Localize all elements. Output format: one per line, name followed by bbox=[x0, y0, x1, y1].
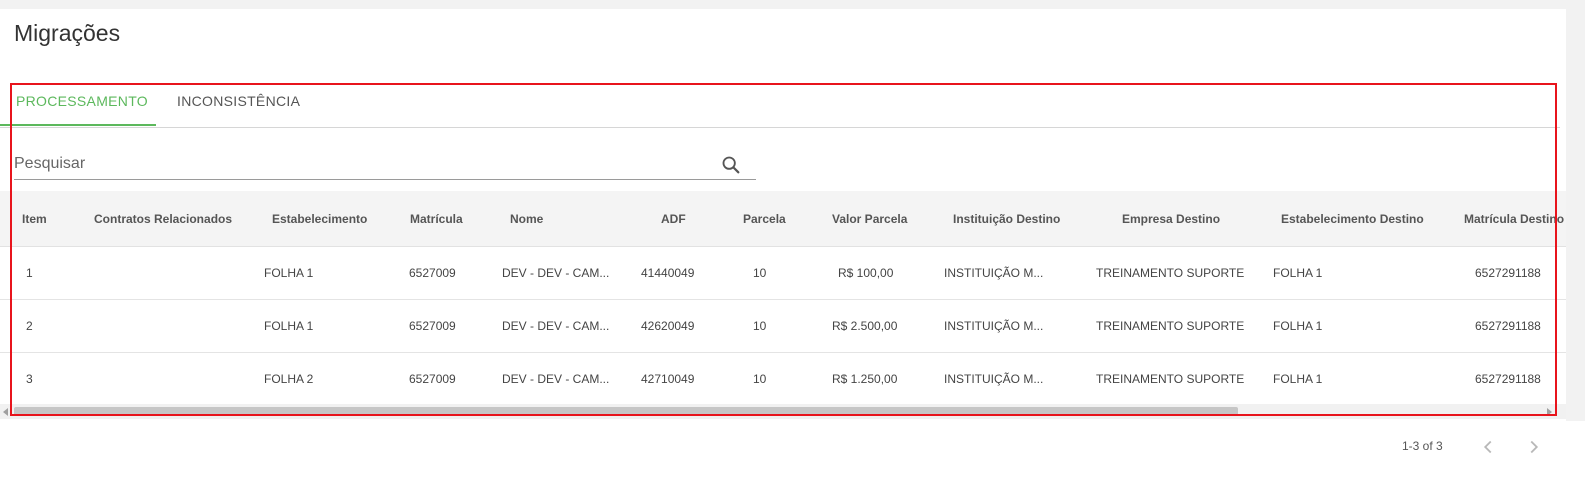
chevron-right-icon[interactable] bbox=[1523, 436, 1545, 458]
column-header-parcela[interactable]: Parcela bbox=[743, 212, 786, 226]
cell-item: 3 bbox=[26, 372, 33, 386]
table-row[interactable]: 3 FOLHA 2 6527009 DEV - DEV - CAM... 427… bbox=[0, 353, 1566, 405]
tab-inconsistencia[interactable]: INCONSISTÊNCIA bbox=[177, 83, 300, 126]
column-header-item[interactable]: Item bbox=[22, 212, 47, 226]
cell-instituicao-destino: INSTITUIÇÃO M... bbox=[944, 372, 1044, 386]
cell-adf: 41440049 bbox=[641, 266, 695, 280]
cell-adf: 42620049 bbox=[641, 319, 695, 333]
cell-nome: DEV - DEV - CAM... bbox=[502, 372, 610, 386]
column-header-instituicao-destino[interactable]: Instituição Destino bbox=[953, 212, 1060, 226]
column-header-matricula[interactable]: Matrícula bbox=[410, 212, 463, 226]
cell-instituicao-destino: INSTITUIÇÃO M... bbox=[944, 319, 1044, 333]
page-range-label: 1-3 of 3 bbox=[1402, 439, 1443, 453]
scroll-left-arrow-icon[interactable] bbox=[3, 408, 8, 416]
cell-valor-parcela: R$ 100,00 bbox=[838, 266, 894, 280]
cell-matricula: 6527009 bbox=[409, 319, 456, 333]
table-row[interactable]: 2 FOLHA 1 6527009 DEV - DEV - CAM... 426… bbox=[0, 300, 1566, 353]
cell-nome: DEV - DEV - CAM... bbox=[502, 266, 610, 280]
cell-nome: DEV - DEV - CAM... bbox=[502, 319, 610, 333]
chevron-left-icon[interactable] bbox=[1477, 436, 1499, 458]
cell-matricula-destino: 6527291188 bbox=[1475, 372, 1541, 386]
cell-estabelecimento-destino: FOLHA 1 bbox=[1273, 319, 1323, 333]
cell-estabelecimento-destino: FOLHA 1 bbox=[1273, 372, 1323, 386]
cell-matricula-destino: 6527291188 bbox=[1475, 266, 1541, 280]
cell-parcela: 10 bbox=[753, 372, 767, 386]
cell-matricula-destino: 6527291188 bbox=[1475, 319, 1541, 333]
tab-processamento[interactable]: PROCESSAMENTO bbox=[16, 83, 148, 126]
column-header-contratos[interactable]: Contratos Relacionados bbox=[94, 212, 232, 226]
cell-estabelecimento: FOLHA 1 bbox=[264, 266, 314, 280]
cell-empresa-destino: TREINAMENTO SUPORTE bbox=[1096, 266, 1245, 280]
cell-empresa-destino: TREINAMENTO SUPORTE bbox=[1096, 319, 1245, 333]
cell-instituicao-destino: INSTITUIÇÃO M... bbox=[944, 266, 1044, 280]
column-header-estabelecimento[interactable]: Estabelecimento bbox=[272, 212, 367, 226]
cell-empresa-destino: TREINAMENTO SUPORTE bbox=[1096, 372, 1245, 386]
column-header-nome[interactable]: Nome bbox=[510, 212, 543, 226]
page-title: Migrações bbox=[14, 20, 121, 46]
cell-parcela: 10 bbox=[753, 266, 767, 280]
search-input[interactable] bbox=[14, 151, 694, 177]
cell-estabelecimento: FOLHA 1 bbox=[264, 319, 314, 333]
paginator: 1-3 of 3 bbox=[0, 421, 1585, 478]
cell-adf: 42710049 bbox=[641, 372, 695, 386]
cell-estabelecimento-destino: FOLHA 1 bbox=[1273, 266, 1323, 280]
cell-item: 1 bbox=[26, 266, 33, 280]
column-header-adf[interactable]: ADF bbox=[661, 212, 686, 226]
horizontal-scrollbar[interactable] bbox=[0, 404, 1566, 419]
scroll-right-arrow-icon[interactable] bbox=[1547, 408, 1552, 416]
scrollbar-thumb[interactable] bbox=[14, 407, 1238, 416]
search-field bbox=[14, 150, 756, 180]
column-header-valor-parcela[interactable]: Valor Parcela bbox=[832, 212, 907, 226]
column-header-empresa-destino[interactable]: Empresa Destino bbox=[1122, 212, 1220, 226]
cell-parcela: 10 bbox=[753, 319, 767, 333]
table-header: Item Contratos Relacionados Estabelecime… bbox=[0, 191, 1566, 247]
search-icon[interactable] bbox=[720, 154, 742, 176]
cell-valor-parcela: R$ 2.500,00 bbox=[832, 319, 898, 333]
cell-estabelecimento: FOLHA 2 bbox=[264, 372, 314, 386]
tab-bar: PROCESSAMENTO INCONSISTÊNCIA bbox=[0, 83, 1560, 128]
column-header-matricula-destino[interactable]: Matrícula Destino bbox=[1464, 212, 1564, 226]
cell-matricula: 6527009 bbox=[409, 372, 456, 386]
cell-valor-parcela: R$ 1.250,00 bbox=[832, 372, 898, 386]
migrations-table: Item Contratos Relacionados Estabelecime… bbox=[0, 191, 1566, 405]
column-header-estabelecimento-destino[interactable]: Estabelecimento Destino bbox=[1281, 212, 1424, 226]
table-row[interactable]: 1 FOLHA 1 6527009 DEV - DEV - CAM... 414… bbox=[0, 247, 1566, 300]
cell-item: 2 bbox=[26, 319, 33, 333]
active-tab-indicator bbox=[0, 124, 156, 126]
cell-matricula: 6527009 bbox=[409, 266, 456, 280]
